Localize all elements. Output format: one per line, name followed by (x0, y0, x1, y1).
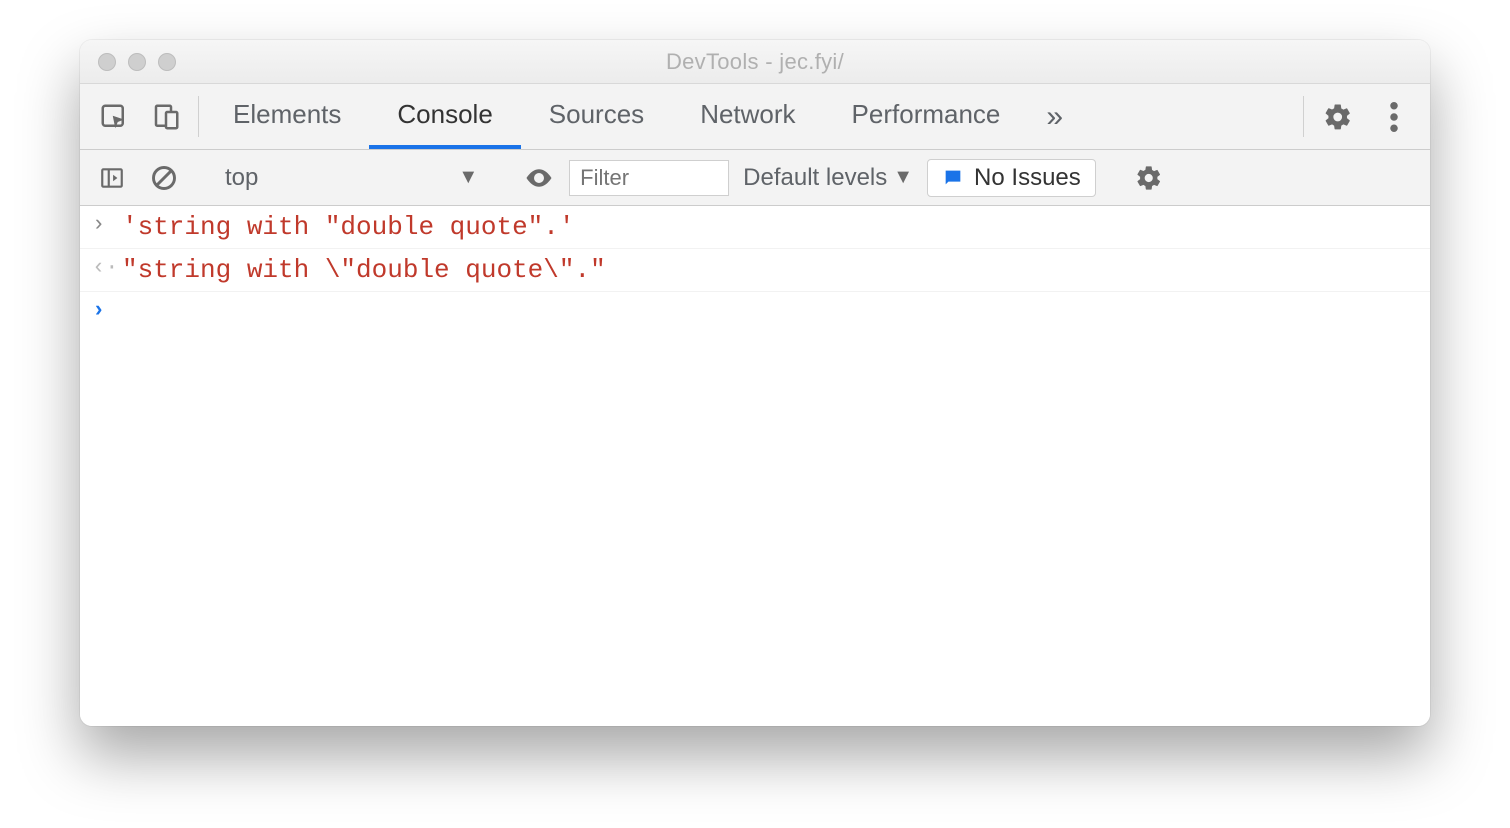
device-toolbar-icon[interactable] (140, 84, 192, 149)
zoom-dot[interactable] (158, 53, 176, 71)
console-input-text: 'string with "double quote".' (122, 212, 574, 242)
context-label: top (225, 164, 258, 192)
minimize-dot[interactable] (128, 53, 146, 71)
chevron-down-icon: ▼ (893, 166, 913, 189)
tab-sources[interactable]: Sources (521, 84, 672, 149)
inspect-element-icon[interactable] (88, 84, 140, 149)
prompt-chevron-icon: › (92, 298, 122, 323)
traffic-lights (98, 53, 176, 71)
clear-console-icon[interactable] (142, 164, 186, 192)
tab-elements[interactable]: Elements (205, 84, 369, 149)
console-input-row[interactable]: › 'string with "double quote".' (80, 206, 1430, 249)
console-prompt-row[interactable]: › (80, 292, 1430, 329)
toggle-sidebar-icon[interactable] (90, 165, 134, 191)
console-toolbar: top ▼ Default levels ▼ No Issues (80, 150, 1430, 206)
tab-performance[interactable]: Performance (824, 84, 1029, 149)
tab-console[interactable]: Console (369, 84, 520, 149)
issues-chip[interactable]: No Issues (927, 159, 1096, 197)
window-titlebar: DevTools - jec.fyi/ (80, 40, 1430, 84)
chevron-down-icon: ▼ (458, 166, 478, 189)
console-settings-gear-icon[interactable] (1125, 164, 1173, 192)
issues-label: No Issues (974, 164, 1081, 192)
levels-label: Default levels (743, 164, 887, 192)
output-chevron-icon: ‹· (92, 255, 122, 280)
live-expression-eye-icon[interactable] (517, 163, 561, 193)
separator (1303, 96, 1304, 137)
settings-gear-icon[interactable] (1310, 84, 1366, 149)
console-output-row: ‹· "string with \"double quote\"." (80, 249, 1430, 292)
log-levels-dropdown[interactable]: Default levels ▼ (737, 164, 919, 192)
main-toolbar: Elements Console Sources Network Perform… (80, 84, 1430, 150)
kebab-menu-icon[interactable] (1366, 84, 1422, 149)
separator (198, 96, 199, 137)
devtools-window: DevTools - jec.fyi/ Elements Console (80, 40, 1430, 726)
console-output: › 'string with "double quote".' ‹· "stri… (80, 206, 1430, 726)
issues-icon (942, 167, 964, 189)
panel-tabs: Elements Console Sources Network Perform… (205, 84, 1028, 149)
window-title: DevTools - jec.fyi/ (96, 49, 1414, 75)
input-chevron-icon: › (92, 212, 122, 237)
tab-network[interactable]: Network (672, 84, 823, 149)
close-dot[interactable] (98, 53, 116, 71)
filter-input[interactable] (569, 160, 729, 196)
console-output-text: "string with \"double quote\"." (122, 255, 606, 285)
more-tabs-button[interactable]: » (1028, 84, 1081, 149)
context-selector[interactable]: top ▼ (215, 164, 488, 192)
